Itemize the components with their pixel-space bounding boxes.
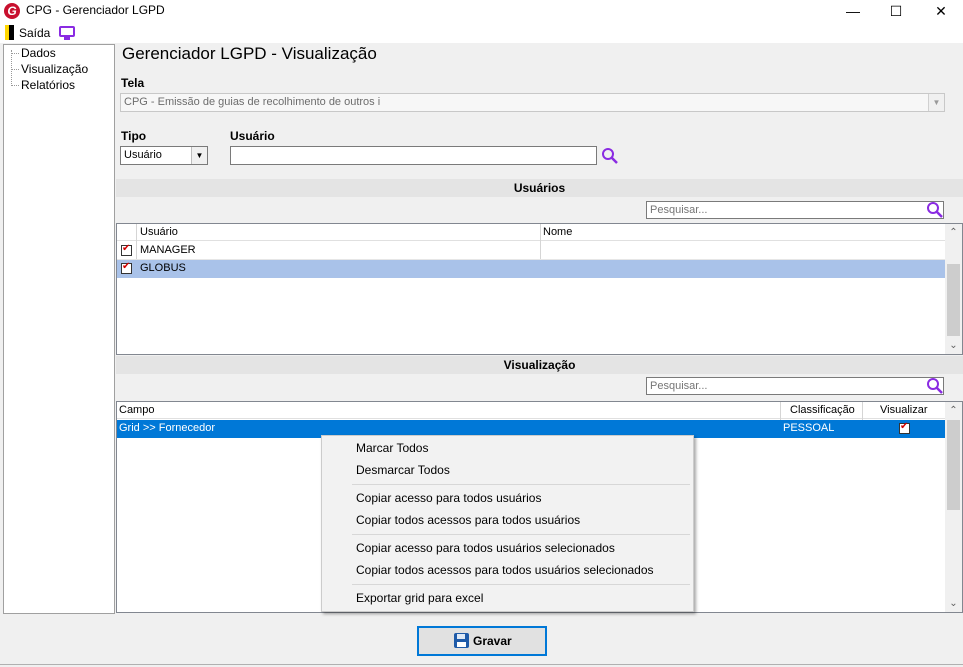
scroll-up-icon[interactable]: ⌃	[945, 224, 962, 241]
column-header-nome[interactable]: Nome	[543, 226, 572, 238]
row-usuario: MANAGER	[140, 244, 196, 256]
table-row[interactable]: GLOBUS	[117, 260, 945, 278]
tela-value: CPG - Emissão de guias de recolhimento d…	[124, 96, 381, 108]
save-label: Gravar	[473, 634, 512, 648]
window-bottom-border	[0, 664, 963, 665]
users-grid-scrollbar[interactable]: ⌃ ⌄	[945, 224, 962, 354]
usuario-input[interactable]	[230, 146, 597, 165]
tree-item-dados[interactable]: Dados	[21, 46, 56, 60]
users-grid-header: Usuário Nome	[117, 224, 945, 241]
search-icon[interactable]	[601, 147, 619, 165]
users-search-input[interactable]	[646, 201, 944, 219]
menu-separator	[352, 484, 690, 485]
row-usuario: GLOBUS	[140, 262, 186, 274]
tree-connector	[11, 69, 19, 70]
row-campo: Grid >> Fornecedor	[119, 422, 215, 434]
menu-item-copiar-todos-acessos-selecionados[interactable]: Copiar todos acessos para todos usuários…	[323, 560, 692, 581]
tree-connector	[11, 50, 12, 86]
scroll-thumb[interactable]	[947, 264, 960, 336]
exit-button[interactable]: Saída	[19, 26, 50, 40]
floppy-disk-icon	[454, 633, 469, 648]
menu-item-marcar-todos[interactable]: Marcar Todos	[323, 438, 692, 459]
page-title: Gerenciador LGPD - Visualização	[122, 44, 377, 63]
search-icon[interactable]	[926, 377, 944, 395]
row-classificacao: PESSOAL	[783, 422, 835, 434]
navigation-tree	[3, 44, 115, 614]
users-grid: Usuário Nome MANAGER GLOBUS ⌃ ⌄	[116, 223, 963, 355]
view-search-input[interactable]	[646, 377, 944, 395]
scroll-down-icon[interactable]: ⌄	[945, 595, 962, 612]
view-grid-scrollbar[interactable]: ⌃ ⌄	[945, 402, 962, 612]
app-logo-icon: G	[4, 3, 20, 19]
search-icon[interactable]	[926, 201, 944, 219]
tree-connector	[11, 85, 19, 86]
tela-combobox[interactable]: CPG - Emissão de guias de recolhimento d…	[120, 93, 945, 112]
tela-label: Tela	[121, 76, 145, 90]
tipo-value: Usuário	[124, 149, 162, 161]
window-title: CPG - Gerenciador LGPD	[26, 3, 165, 17]
menu-item-copiar-todos-acessos-todos[interactable]: Copiar todos acessos para todos usuários	[323, 510, 692, 531]
chevron-down-icon[interactable]: ▼	[191, 147, 207, 164]
menu-item-desmarcar-todos[interactable]: Desmarcar Todos	[323, 460, 692, 481]
context-menu: Marcar Todos Desmarcar Todos Copiar aces…	[321, 435, 694, 612]
exit-door-icon[interactable]	[5, 25, 14, 40]
column-header-visualizar[interactable]: Visualizar	[880, 404, 928, 416]
tree-item-visualizacao[interactable]: Visualização	[21, 62, 88, 76]
users-section-header: Usuários	[116, 179, 963, 197]
chevron-down-icon[interactable]: ▼	[928, 94, 944, 111]
tipo-label: Tipo	[121, 129, 147, 143]
monitor-stand-icon	[64, 37, 70, 40]
column-header-campo[interactable]: Campo	[119, 404, 154, 416]
tree-connector	[11, 53, 19, 54]
menu-item-copiar-acesso-selecionados[interactable]: Copiar acesso para todos usuários seleci…	[323, 538, 692, 559]
minimize-button[interactable]: —	[830, 0, 876, 22]
usuario-label: Usuário	[230, 129, 275, 143]
column-header-classificacao[interactable]: Classificação	[790, 404, 855, 416]
scroll-thumb[interactable]	[947, 420, 960, 510]
row-checkbox[interactable]	[121, 261, 132, 274]
menu-separator	[352, 534, 690, 535]
menu-separator	[352, 584, 690, 585]
toolbar	[0, 22, 963, 43]
close-button[interactable]: ✕	[918, 0, 963, 22]
row-checkbox[interactable]	[121, 243, 132, 256]
column-header-usuario[interactable]: Usuário	[140, 226, 178, 238]
monitor-icon[interactable]	[59, 26, 75, 37]
scroll-up-icon[interactable]: ⌃	[945, 402, 962, 419]
table-row[interactable]: MANAGER	[117, 242, 945, 260]
view-section-header: Visualização	[116, 356, 963, 374]
maximize-button[interactable]: ☐	[873, 0, 919, 22]
tipo-select[interactable]: Usuário ▼	[120, 146, 208, 165]
save-button[interactable]: Gravar	[417, 626, 547, 656]
scroll-down-icon[interactable]: ⌄	[945, 337, 962, 354]
menu-item-copiar-acesso-todos[interactable]: Copiar acesso para todos usuários	[323, 488, 692, 509]
row-visualizar-checkbox[interactable]	[899, 421, 910, 434]
menu-item-exportar-excel[interactable]: Exportar grid para excel	[323, 588, 692, 609]
view-grid-header: Campo Classificação Visualizar	[117, 402, 945, 419]
tree-item-relatorios[interactable]: Relatórios	[21, 78, 75, 92]
